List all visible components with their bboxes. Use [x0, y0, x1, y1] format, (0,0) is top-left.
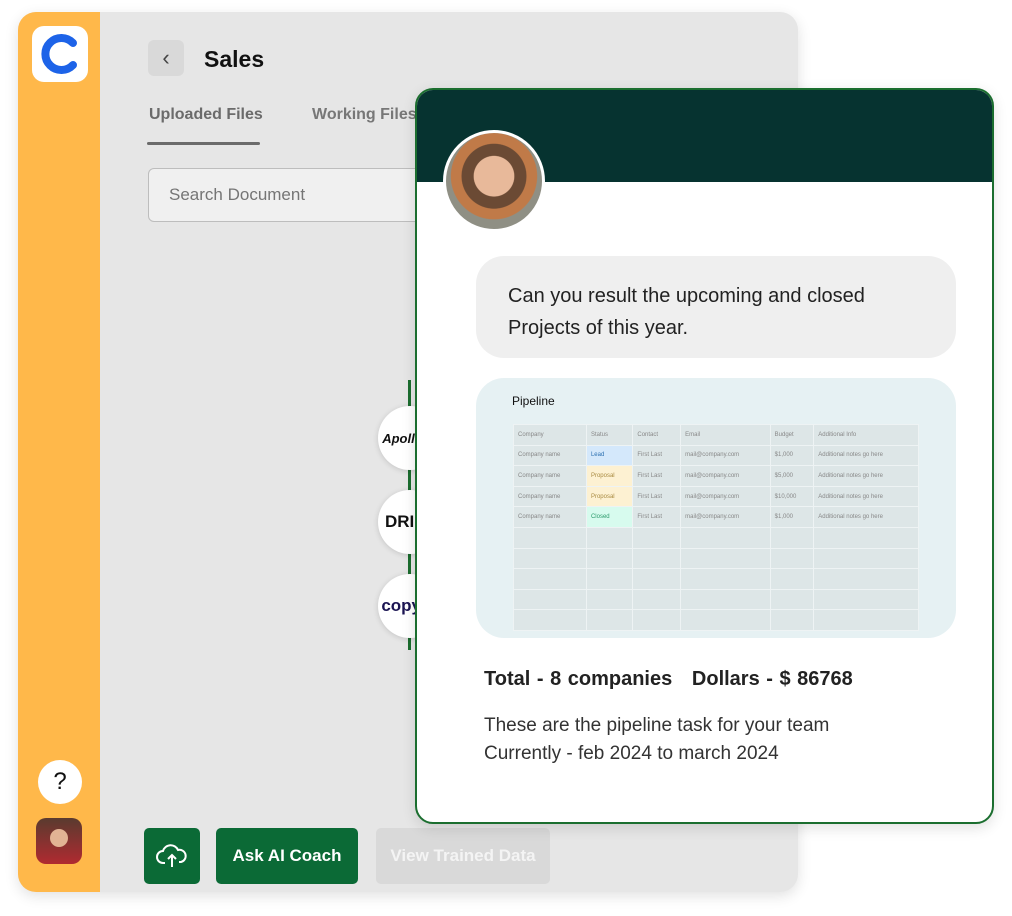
table-cell [585, 547, 634, 570]
table-cell: $1,000 [769, 444, 815, 467]
column-header: Email [680, 424, 771, 446]
table-cell: Company name [513, 444, 587, 467]
logo-c-icon [41, 34, 77, 74]
tab-working-files[interactable]: Working Files [312, 106, 417, 124]
table-cell: First Last [632, 485, 682, 508]
table-row: Company name Proposal First Last mail@compa… [513, 465, 919, 487]
table-cell: Company name [513, 485, 587, 508]
table-cell [813, 526, 919, 549]
pipeline-title: Pipeline [512, 394, 555, 408]
table-cell: First Last [632, 465, 682, 487]
table-cell: Lead [585, 444, 634, 467]
table-cell [769, 588, 815, 611]
search-input[interactable] [148, 168, 448, 222]
table-cell [680, 588, 771, 611]
chevron-left-icon: ‹ [162, 45, 170, 70]
table-cell: First Last [632, 506, 682, 528]
table-cell [813, 588, 919, 611]
table-cell: $1,000 [769, 506, 815, 528]
active-tab-indicator [147, 142, 260, 145]
table-cell [769, 568, 815, 590]
help-button[interactable]: ? [38, 760, 82, 804]
table-cell [813, 568, 919, 590]
response-line: Currently - feb 2024 to march 2024 [484, 743, 779, 764]
table-cell: First Last [632, 444, 682, 467]
user-avatar[interactable] [36, 818, 82, 864]
table-cell [632, 526, 682, 549]
table-cell [632, 547, 682, 570]
response-line: These are the pipeline task for your tea… [484, 715, 830, 736]
table-row: Company name Closed First Last mail@company… [513, 506, 919, 528]
table-cell [769, 609, 815, 631]
table-cell: Additional notes go here [813, 485, 919, 508]
table-cell [632, 568, 682, 590]
table-cell: Additional notes go here [813, 506, 919, 528]
totals: Total - 8 companies Dollars - $ 86768 [484, 668, 853, 691]
pipeline-table: Company Status Contact Email Budget Additiona… [513, 424, 919, 631]
table-row [513, 588, 919, 611]
table-cell [585, 526, 634, 549]
response-text: These are the pipeline task for your tea… [484, 712, 829, 768]
table-cell [680, 568, 771, 590]
table-cell [585, 568, 634, 590]
table-header-row: Company Status Contact Email Budget Additiona… [513, 424, 919, 446]
avatar-icon [50, 829, 68, 847]
sidebar: ? [18, 12, 100, 892]
table-cell [585, 588, 634, 611]
table-cell: Additional notes go here [813, 444, 919, 467]
column-header: Additional Info [813, 424, 919, 446]
table-cell: mail@company.com [680, 506, 771, 528]
table-row [513, 547, 919, 570]
table-cell [513, 568, 587, 590]
ask-ai-coach-button[interactable]: Ask AI Coach [216, 828, 358, 884]
table-cell: Proposal [585, 485, 634, 508]
table-cell: mail@company.com [680, 465, 771, 487]
table-cell [769, 547, 815, 570]
table-cell [513, 588, 587, 611]
table-row [513, 568, 919, 590]
back-button[interactable]: ‹ [148, 40, 184, 76]
table-cell: $10,000 [769, 485, 815, 508]
table-row [513, 526, 919, 549]
page-title: Sales [204, 46, 265, 72]
total-companies: Total - 8 companies [484, 668, 673, 690]
table-row: Company name Lead First Last mail@company.c… [513, 444, 919, 467]
column-header: Contact [632, 424, 682, 446]
table-cell: $5,000 [769, 465, 815, 487]
coach-avatar [443, 130, 545, 232]
total-dollars: Dollars - $ 86768 [691, 668, 853, 690]
upload-button[interactable] [144, 828, 200, 884]
tab-uploaded-files[interactable]: Uploaded Files [149, 106, 263, 124]
app-logo[interactable] [32, 26, 88, 82]
table-cell [513, 547, 587, 570]
table-cell [813, 547, 919, 570]
table-cell: mail@company.com [680, 485, 771, 508]
pipeline-card: Pipeline Company Status Contact Email Budget… [476, 378, 956, 638]
table-row [513, 609, 919, 631]
view-trained-data-button[interactable]: View Trained Data [376, 828, 550, 884]
table-row: Company name Proposal First Last mail@compa… [513, 485, 919, 508]
table-cell [632, 588, 682, 611]
table-cell: Company name [513, 506, 587, 528]
table-cell: Additional notes go here [813, 465, 919, 487]
table-cell [680, 547, 771, 570]
user-message: Can you result the upcoming and closed P… [476, 256, 956, 358]
table-cell [513, 609, 587, 631]
table-cell: Closed [585, 506, 634, 528]
table-cell [813, 609, 919, 631]
table-cell [680, 526, 771, 549]
table-cell [769, 526, 815, 549]
column-header: Company [513, 424, 587, 446]
table-cell [632, 609, 682, 631]
table-cell [513, 526, 587, 549]
column-header: Status [585, 424, 634, 446]
table-cell: Proposal [585, 465, 634, 487]
table-cell: Company name [513, 465, 587, 487]
column-header: Budget [769, 424, 815, 446]
table-cell: mail@company.com [680, 444, 771, 467]
table-cell [680, 609, 771, 631]
upload-cloud-icon [156, 844, 187, 867]
table-cell [585, 609, 634, 631]
